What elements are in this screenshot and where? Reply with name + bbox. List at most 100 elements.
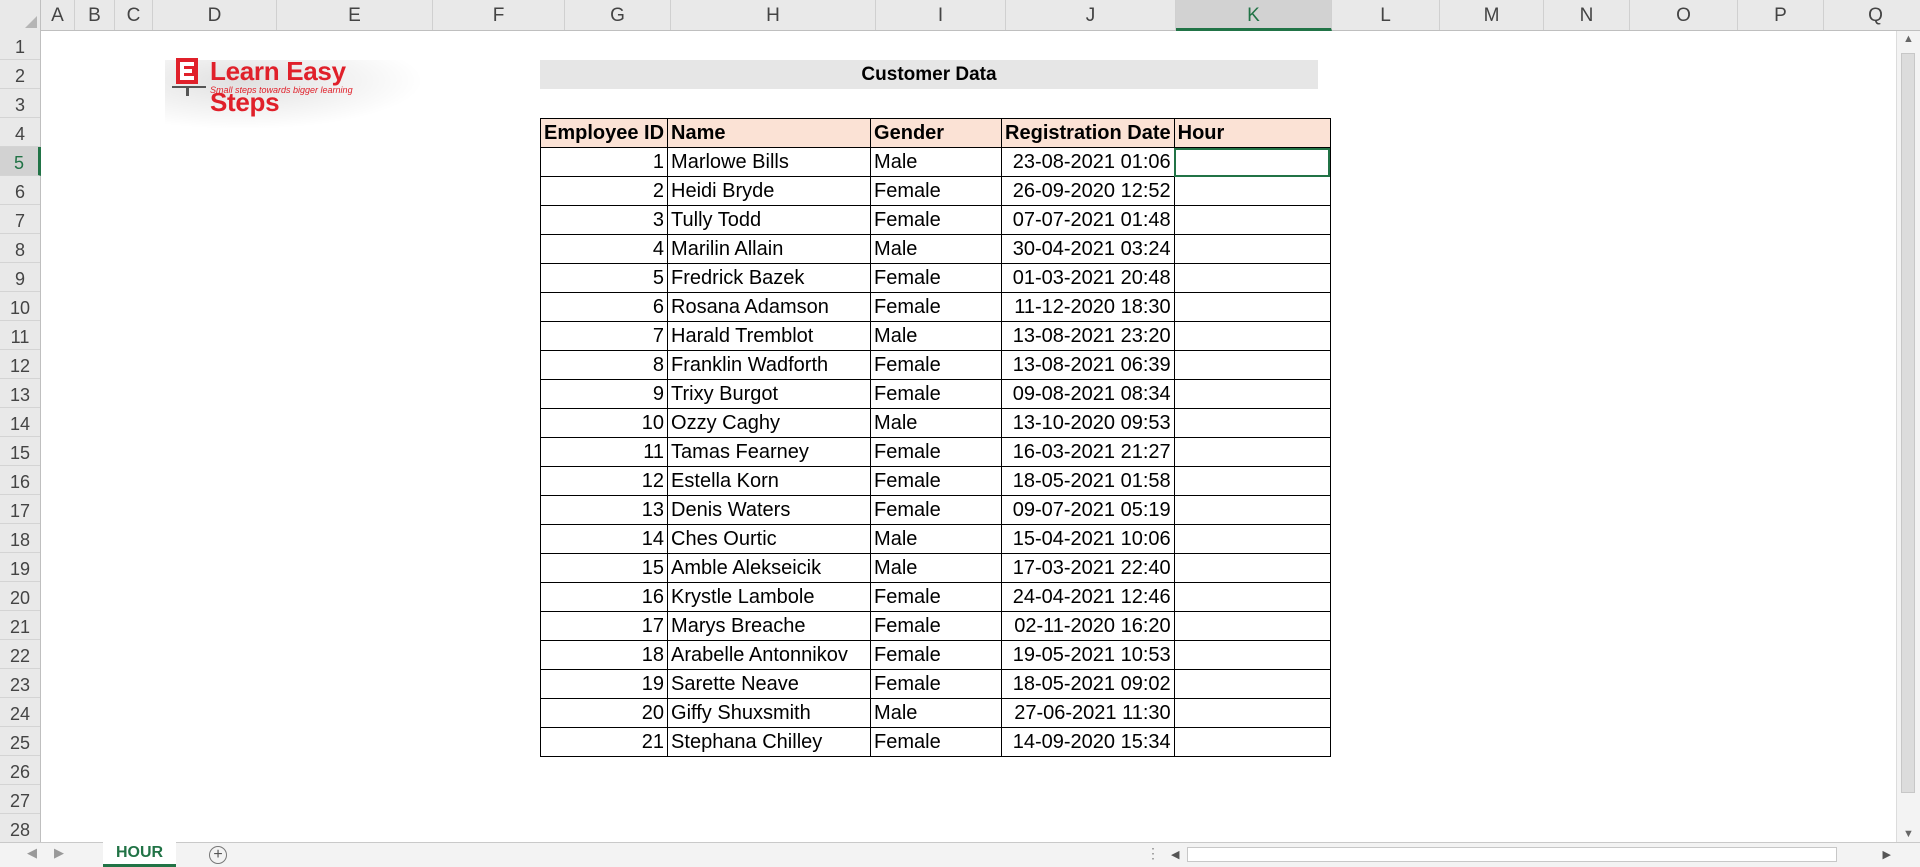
hour-cell[interactable] [1173, 350, 1331, 380]
name-cell[interactable]: Marys Breache [667, 611, 872, 641]
column-header-c[interactable]: C [115, 0, 153, 30]
scroll-left-arrow-icon[interactable]: ◀ [1171, 845, 1179, 865]
scroll-right-arrow-icon[interactable]: ▶ [1883, 845, 1891, 865]
name-cell[interactable]: Krystle Lambole [667, 582, 872, 612]
registration-date-cell[interactable]: 13-08-2021 06:39 [1001, 350, 1175, 380]
hour-cell[interactable] [1173, 408, 1331, 438]
gender-cell[interactable]: Female [870, 582, 1003, 612]
gender-cell[interactable]: Male [870, 408, 1003, 438]
gender-cell[interactable]: Male [870, 234, 1003, 264]
row-header-2[interactable]: 2 [0, 60, 40, 89]
hour-cell[interactable] [1173, 466, 1331, 496]
row-header-21[interactable]: 21 [0, 611, 40, 640]
employee-id-cell[interactable]: 8 [539, 350, 669, 380]
registration-date-cell[interactable]: 18-05-2021 01:58 [1001, 466, 1175, 496]
column-header-l[interactable]: L [1332, 0, 1440, 30]
hour-cell[interactable] [1173, 437, 1331, 467]
name-cell[interactable]: Harald Tremblot [667, 321, 872, 351]
row-header-12[interactable]: 12 [0, 350, 40, 379]
column-header-q[interactable]: Q [1824, 0, 1920, 30]
row-header-5[interactable]: 5 [0, 147, 41, 176]
name-cell[interactable]: Heidi Bryde [667, 176, 872, 206]
name-cell[interactable]: Tully Todd [667, 205, 872, 235]
row-header-24[interactable]: 24 [0, 698, 40, 727]
employee-id-cell[interactable]: 16 [539, 582, 669, 612]
hour-cell[interactable] [1173, 698, 1331, 728]
next-sheet-arrow-icon[interactable]: ▶ [54, 845, 64, 861]
gender-cell[interactable]: Female [870, 176, 1003, 206]
row-header-14[interactable]: 14 [0, 408, 40, 437]
gender-cell[interactable]: Female [870, 669, 1003, 699]
hour-cell[interactable] [1173, 727, 1331, 757]
column-header-d[interactable]: D [153, 0, 277, 30]
row-header-9[interactable]: 9 [0, 263, 40, 292]
gender-cell[interactable]: Female [870, 263, 1003, 293]
header-employee-id[interactable]: Employee ID [539, 118, 669, 148]
gender-cell[interactable]: Female [870, 466, 1003, 496]
header-name[interactable]: Name [667, 118, 872, 148]
gender-cell[interactable]: Female [870, 379, 1003, 409]
employee-id-cell[interactable]: 9 [539, 379, 669, 409]
employee-id-cell[interactable]: 20 [539, 698, 669, 728]
employee-id-cell[interactable]: 1 [539, 147, 669, 177]
registration-date-cell[interactable]: 01-03-2021 20:48 [1001, 263, 1175, 293]
hour-cell[interactable] [1173, 582, 1331, 612]
employee-id-cell[interactable]: 12 [539, 466, 669, 496]
header-registration-date[interactable]: Registration Date [1001, 118, 1175, 148]
column-header-i[interactable]: I [876, 0, 1006, 30]
registration-date-cell[interactable]: 30-04-2021 03:24 [1001, 234, 1175, 264]
employee-id-cell[interactable]: 13 [539, 495, 669, 525]
column-header-a[interactable]: A [41, 0, 75, 30]
column-header-n[interactable]: N [1544, 0, 1630, 30]
registration-date-cell[interactable]: 26-09-2020 12:52 [1001, 176, 1175, 206]
hour-cell[interactable] [1173, 234, 1331, 264]
employee-id-cell[interactable]: 19 [539, 669, 669, 699]
name-cell[interactable]: Marilin Allain [667, 234, 872, 264]
registration-date-cell[interactable]: 09-08-2021 08:34 [1001, 379, 1175, 409]
gender-cell[interactable]: Male [870, 698, 1003, 728]
employee-id-cell[interactable]: 14 [539, 524, 669, 554]
employee-id-cell[interactable]: 21 [539, 727, 669, 757]
select-all-corner[interactable] [0, 0, 41, 31]
hour-cell[interactable] [1173, 611, 1331, 641]
row-header-6[interactable]: 6 [0, 176, 40, 205]
gender-cell[interactable]: Male [870, 553, 1003, 583]
registration-date-cell[interactable]: 18-05-2021 09:02 [1001, 669, 1175, 699]
name-cell[interactable]: Ozzy Caghy [667, 408, 872, 438]
row-header-17[interactable]: 17 [0, 495, 40, 524]
active-cell[interactable] [1173, 147, 1331, 177]
registration-date-cell[interactable]: 27-06-2021 11:30 [1001, 698, 1175, 728]
registration-date-cell[interactable]: 15-04-2021 10:06 [1001, 524, 1175, 554]
column-header-p[interactable]: P [1738, 0, 1824, 30]
name-cell[interactable]: Rosana Adamson [667, 292, 872, 322]
gender-cell[interactable]: Female [870, 292, 1003, 322]
hour-cell[interactable] [1173, 495, 1331, 525]
employee-id-cell[interactable]: 18 [539, 640, 669, 670]
gender-cell[interactable]: Female [870, 350, 1003, 380]
scroll-down-arrow-icon[interactable]: ▼ [1903, 828, 1914, 840]
name-cell[interactable]: Denis Waters [667, 495, 872, 525]
row-header-23[interactable]: 23 [0, 669, 40, 698]
registration-date-cell[interactable]: 13-10-2020 09:53 [1001, 408, 1175, 438]
registration-date-cell[interactable]: 16-03-2021 21:27 [1001, 437, 1175, 467]
registration-date-cell[interactable]: 09-07-2021 05:19 [1001, 495, 1175, 525]
customer-data-title[interactable]: Customer Data [540, 60, 1318, 89]
row-header-22[interactable]: 22 [0, 640, 40, 669]
hour-cell[interactable] [1173, 292, 1331, 322]
row-header-3[interactable]: 3 [0, 89, 40, 118]
gender-cell[interactable]: Female [870, 611, 1003, 641]
name-cell[interactable]: Giffy Shuxsmith [667, 698, 872, 728]
column-header-k[interactable]: K [1176, 0, 1332, 31]
name-cell[interactable]: Sarette Neave [667, 669, 872, 699]
registration-date-cell[interactable]: 02-11-2020 16:20 [1001, 611, 1175, 641]
hour-cell[interactable] [1173, 669, 1331, 699]
hour-cell[interactable] [1173, 379, 1331, 409]
employee-id-cell[interactable]: 3 [539, 205, 669, 235]
gender-cell[interactable]: Male [870, 147, 1003, 177]
registration-date-cell[interactable]: 07-07-2021 01:48 [1001, 205, 1175, 235]
hour-cell[interactable] [1173, 205, 1331, 235]
row-header-8[interactable]: 8 [0, 234, 40, 263]
name-cell[interactable]: Marlowe Bills [667, 147, 872, 177]
name-cell[interactable]: Stephana Chilley [667, 727, 872, 757]
gender-cell[interactable]: Male [870, 321, 1003, 351]
